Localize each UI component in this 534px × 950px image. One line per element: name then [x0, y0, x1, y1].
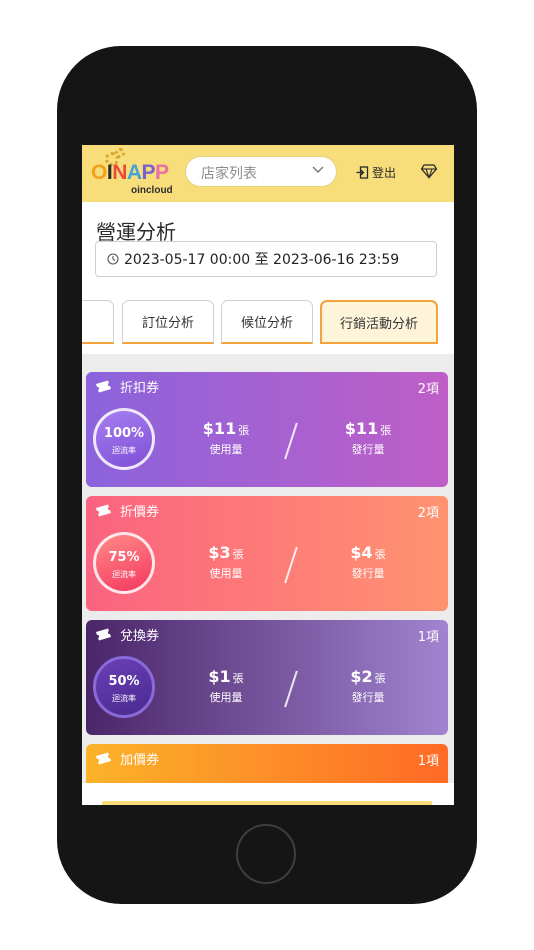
- issued-stat: $2 張 發行量: [328, 667, 408, 705]
- tab-marketing-analysis[interactable]: 行銷活動分析: [320, 300, 438, 344]
- gear-decoration: [115, 148, 125, 158]
- logout-label: 登出: [372, 165, 397, 180]
- usage-unit: 張: [232, 548, 244, 561]
- page-header: 營運分析 2023-05-17 00:00 至 2023-06-16 23:59: [82, 202, 454, 307]
- usage-value: $11: [202, 419, 237, 438]
- issued-value: $4: [350, 543, 373, 562]
- issued-stat: $4 張 發行量: [328, 543, 408, 581]
- ticket-icon: [96, 380, 111, 392]
- return-rate-label: 迴流率: [112, 570, 136, 579]
- coupon-count: 2項: [417, 506, 439, 521]
- usage-stat: $11 張 使用量: [186, 419, 266, 457]
- return-rate-ring: 50% 迴流率: [93, 656, 155, 718]
- return-rate-value: 75%: [108, 550, 140, 565]
- issued-unit: 張: [374, 672, 386, 685]
- ticket-icon: [96, 628, 111, 640]
- usage-unit: 張: [238, 424, 250, 437]
- return-rate-value: 100%: [103, 426, 145, 441]
- coupon-name: 兌換券: [120, 629, 160, 644]
- issued-unit: 張: [380, 424, 392, 437]
- home-button[interactable]: [236, 824, 296, 884]
- top-bar: OINAPP oincloud 店家列表 登出: [82, 145, 454, 202]
- store-list-select[interactable]: 店家列表: [186, 157, 336, 186]
- coupon-name: 折價券: [120, 505, 160, 520]
- return-rate-value: 50%: [108, 674, 140, 689]
- return-rate-ring: 75% 迴流率: [93, 532, 155, 594]
- coupon-name: 折扣券: [120, 381, 160, 396]
- return-rate-ring: 100% 迴流率: [93, 408, 155, 470]
- usage-label: 使用量: [209, 691, 243, 704]
- coupon-name: 加價券: [120, 753, 160, 768]
- coupon-card-header: 折價券: [94, 501, 159, 520]
- date-range-value: 2023-05-17 00:00 至 2023-06-16 23:59: [124, 252, 400, 268]
- divider-slash: [284, 422, 298, 460]
- issued-value: $11: [344, 419, 379, 438]
- divider-slash: [284, 546, 298, 584]
- coupon-count: 2項: [417, 382, 439, 397]
- diamond-icon[interactable]: [421, 163, 437, 179]
- coupon-count: 1項: [417, 754, 439, 769]
- logo-subtitle: oincloud: [131, 185, 173, 196]
- usage-label: 使用量: [209, 567, 243, 580]
- usage-unit: 張: [232, 672, 244, 685]
- issued-label: 發行量: [351, 567, 385, 580]
- coupon-card-redeem[interactable]: 兌換券 1項 50% 迴流率 $1 張 使用量 $2 張 發行量: [86, 620, 448, 735]
- logo-wordmark: OINAPP: [91, 161, 169, 184]
- divider-slash: [284, 670, 298, 708]
- clock-icon: [107, 253, 119, 265]
- tab-label: 候位分析: [240, 316, 293, 331]
- return-rate-label: 迴流率: [112, 694, 136, 703]
- usage-stat: $3 張 使用量: [186, 543, 266, 581]
- logout-icon: [356, 165, 369, 179]
- coupon-count: 1項: [417, 630, 439, 645]
- tab-reservation-analysis[interactable]: 訂位分析: [122, 300, 214, 344]
- tab-label: 訂位分析: [141, 316, 194, 331]
- oinapp-logo[interactable]: OINAPP oincloud: [91, 148, 173, 198]
- ticket-icon: [96, 504, 111, 516]
- usage-value: $3: [208, 543, 231, 562]
- usage-stat: $1 張 使用量: [186, 667, 266, 705]
- issued-label: 發行量: [351, 691, 385, 704]
- logout-button[interactable]: 登出: [356, 162, 396, 182]
- app-screen: OINAPP oincloud 店家列表 登出 營運分析 2023-05-17 …: [82, 145, 454, 805]
- ticket-icon: [96, 752, 111, 764]
- tab-label: 行銷活動分析: [339, 316, 418, 332]
- analysis-tabs: 訂位分析 候位分析 行銷活動分析: [82, 294, 454, 360]
- bottom-strip: [82, 783, 454, 805]
- tab-waitlist-analysis[interactable]: 候位分析: [221, 300, 313, 344]
- date-range-picker[interactable]: 2023-05-17 00:00 至 2023-06-16 23:59: [95, 241, 437, 277]
- usage-value: $1: [208, 667, 231, 686]
- coupon-card-header: 兌換券: [94, 625, 159, 644]
- coupon-card-voucher[interactable]: 折價券 2項 75% 迴流率 $3 張 使用量 $4 張 發行量: [86, 496, 448, 611]
- coupon-card-header: 折扣券: [94, 377, 159, 396]
- store-list-value: 店家列表: [201, 166, 257, 182]
- issued-unit: 張: [374, 548, 386, 561]
- yellow-edge: [102, 801, 432, 805]
- issued-value: $2: [350, 667, 373, 686]
- usage-label: 使用量: [209, 443, 243, 456]
- tab-partial[interactable]: [82, 300, 114, 344]
- chevron-down-icon: [312, 166, 324, 173]
- coupon-card-discount[interactable]: 折扣券 2項 100% 迴流率 $11 張 使用量 $11 張 發行量: [86, 372, 448, 487]
- return-rate-label: 迴流率: [112, 446, 136, 455]
- issued-stat: $11 張 發行量: [328, 419, 408, 457]
- coupon-card-header: 加價券: [94, 749, 159, 768]
- issued-label: 發行量: [351, 443, 385, 456]
